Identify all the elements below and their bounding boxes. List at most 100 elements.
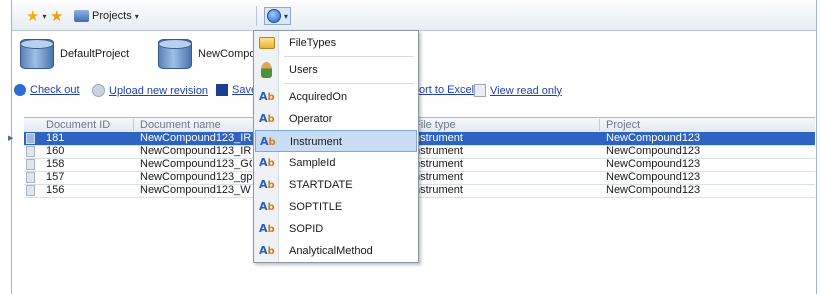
menu-item-operator[interactable]: Ab Operator — [255, 108, 417, 130]
cell-file-type: nstrument — [414, 184, 463, 196]
cell-project: NewCompound123 — [606, 132, 701, 144]
settings-icon — [267, 9, 281, 23]
toolbar: ★ ▾ ★ Projects ▾ ▾ — [12, 2, 816, 31]
menu-item-sampleid[interactable]: Ab SampleId — [255, 152, 417, 174]
menu-item-startdate[interactable]: Ab STARTDATE — [255, 174, 417, 196]
cell-project: NewCompound123 — [606, 171, 701, 183]
document-icon — [26, 146, 35, 157]
cell-document-id: 181 — [46, 132, 65, 144]
menu-item-label: Instrument — [290, 136, 342, 148]
menu-item-label: FileTypes — [289, 37, 337, 49]
export-excel-link[interactable]: ort to Excel — [419, 84, 474, 96]
upload-icon — [92, 84, 105, 97]
cell-project: NewCompound123 — [606, 184, 701, 196]
upload-revision-label[interactable]: Upload new revision — [109, 85, 208, 97]
cell-project: NewCompound123 — [606, 158, 701, 170]
cell-file-type: nstrument — [414, 158, 463, 170]
config-menu-button[interactable]: ▾ — [264, 7, 292, 25]
menu-item-label: AnalyticalMethod — [289, 245, 373, 257]
project-tile-newcompound[interactable]: NewCompou — [158, 38, 262, 70]
menu-item-label: SampleId — [289, 157, 336, 169]
cell-file-type: nstrument — [414, 171, 463, 183]
view-read-only-link[interactable]: View read only — [474, 84, 562, 97]
grid-header: Document ID Document name File type Proj… — [24, 117, 815, 133]
document-icon — [26, 133, 35, 144]
toolbar-divider — [256, 6, 257, 26]
cell-document-id: 158 — [46, 158, 65, 170]
view-read-only-label[interactable]: View read only — [490, 85, 562, 97]
menu-item-label: AcquiredOn — [289, 91, 348, 103]
check-out-link[interactable]: Check out — [14, 84, 80, 96]
attribute-icon: Ab — [260, 135, 276, 148]
cell-file-type: nstrument — [414, 145, 463, 157]
attribute-icon: Ab — [259, 156, 275, 169]
column-header-file-type[interactable]: File type — [414, 119, 456, 131]
column-header-project[interactable]: Project — [606, 119, 640, 131]
favorites-button[interactable]: ★ ▾ — [26, 7, 46, 25]
menu-item-label: STARTDATE — [289, 179, 353, 191]
check-out-icon — [14, 84, 26, 96]
column-header-document-name[interactable]: Document name — [140, 119, 221, 131]
config-dropdown-menu: FileTypes Users Ab AcquiredOn Ab Operato… — [253, 30, 419, 263]
users-icon — [261, 62, 272, 78]
table-row[interactable]: 158 NewCompound123_GCM nstrument NewComp… — [24, 158, 815, 172]
star-icon: ★ — [26, 7, 40, 25]
column-divider — [599, 119, 600, 131]
project-tile-label: DefaultProject — [60, 48, 130, 60]
save-link[interactable]: Save — [216, 84, 257, 96]
menu-item-acquiredon[interactable]: Ab AcquiredOn — [255, 86, 417, 108]
menu-separator — [284, 83, 414, 84]
menu-item-analyticalmethod[interactable]: Ab AnalyticalMethod — [255, 240, 417, 262]
cell-project: NewCompound123 — [606, 145, 701, 157]
project-tile-defaultproject[interactable]: DefaultProject — [20, 38, 129, 70]
add-favorite-button[interactable]: ★ — [50, 7, 63, 25]
menu-item-sopid[interactable]: Ab SOPID — [255, 218, 417, 240]
attribute-icon: Ab — [259, 244, 275, 257]
folder-icon — [259, 37, 275, 49]
menu-item-label: Operator — [289, 113, 333, 125]
document-icon — [474, 84, 486, 97]
database-icon — [158, 39, 192, 69]
table-row[interactable]: 156 NewCompound123_W nstrument NewCompou… — [24, 184, 815, 198]
chevron-down-icon: ▾ — [284, 11, 289, 21]
cell-document-name: NewCompound123_IR.p — [140, 145, 252, 157]
cell-document-id: 160 — [46, 145, 65, 157]
menu-item-filetypes[interactable]: FileTypes — [255, 32, 417, 54]
chevron-down-icon: ▾ — [42, 11, 47, 21]
menu-item-label: Users — [289, 64, 318, 76]
database-icon — [20, 39, 54, 69]
attribute-icon: Ab — [259, 112, 275, 125]
save-icon — [216, 84, 228, 96]
attribute-icon: Ab — [259, 222, 275, 235]
menu-item-label: SOPID — [289, 223, 324, 235]
table-row[interactable]: 181 NewCompound123_IR2 nstrument NewComp… — [8, 132, 815, 146]
document-icon — [26, 159, 35, 170]
menu-item-users[interactable]: Users — [255, 59, 417, 81]
menu-item-soptitle[interactable]: Ab SOPTITLE — [255, 196, 417, 218]
cell-document-name: NewCompound123_GCM — [140, 158, 252, 170]
attribute-icon: Ab — [259, 200, 275, 213]
cell-document-name: NewCompound123_IR2 — [140, 132, 252, 144]
column-divider — [133, 119, 134, 131]
upload-revision-link[interactable]: Upload new revision — [92, 84, 208, 97]
cell-document-name: NewCompound123_gps. — [140, 171, 252, 183]
cell-document-name: NewCompound123_W — [140, 184, 251, 196]
row-indicator-icon — [4, 132, 24, 145]
menu-item-label: SOPTITLE — [289, 201, 343, 213]
column-header-document-id[interactable]: Document ID — [46, 119, 110, 131]
table-row[interactable]: 157 NewCompound123_gps. nstrument NewCom… — [24, 171, 815, 185]
chevron-down-icon: ▾ — [134, 11, 139, 21]
document-icon — [26, 185, 35, 196]
cell-document-id: 156 — [46, 184, 65, 196]
check-out-label[interactable]: Check out — [30, 84, 80, 96]
attribute-icon: Ab — [259, 178, 275, 191]
projects-label: Projects — [92, 10, 132, 22]
export-excel-label[interactable]: ort to Excel — [419, 84, 474, 96]
cell-file-type: nstrument — [414, 132, 463, 144]
table-row[interactable]: 160 NewCompound123_IR.p nstrument NewCom… — [24, 145, 815, 159]
attribute-icon: Ab — [259, 90, 275, 103]
star-add-icon: ★ — [50, 7, 64, 25]
projects-menu-button[interactable]: Projects ▾ — [74, 7, 139, 25]
menu-item-instrument[interactable]: Ab Instrument — [255, 130, 417, 152]
document-icon — [26, 172, 35, 183]
